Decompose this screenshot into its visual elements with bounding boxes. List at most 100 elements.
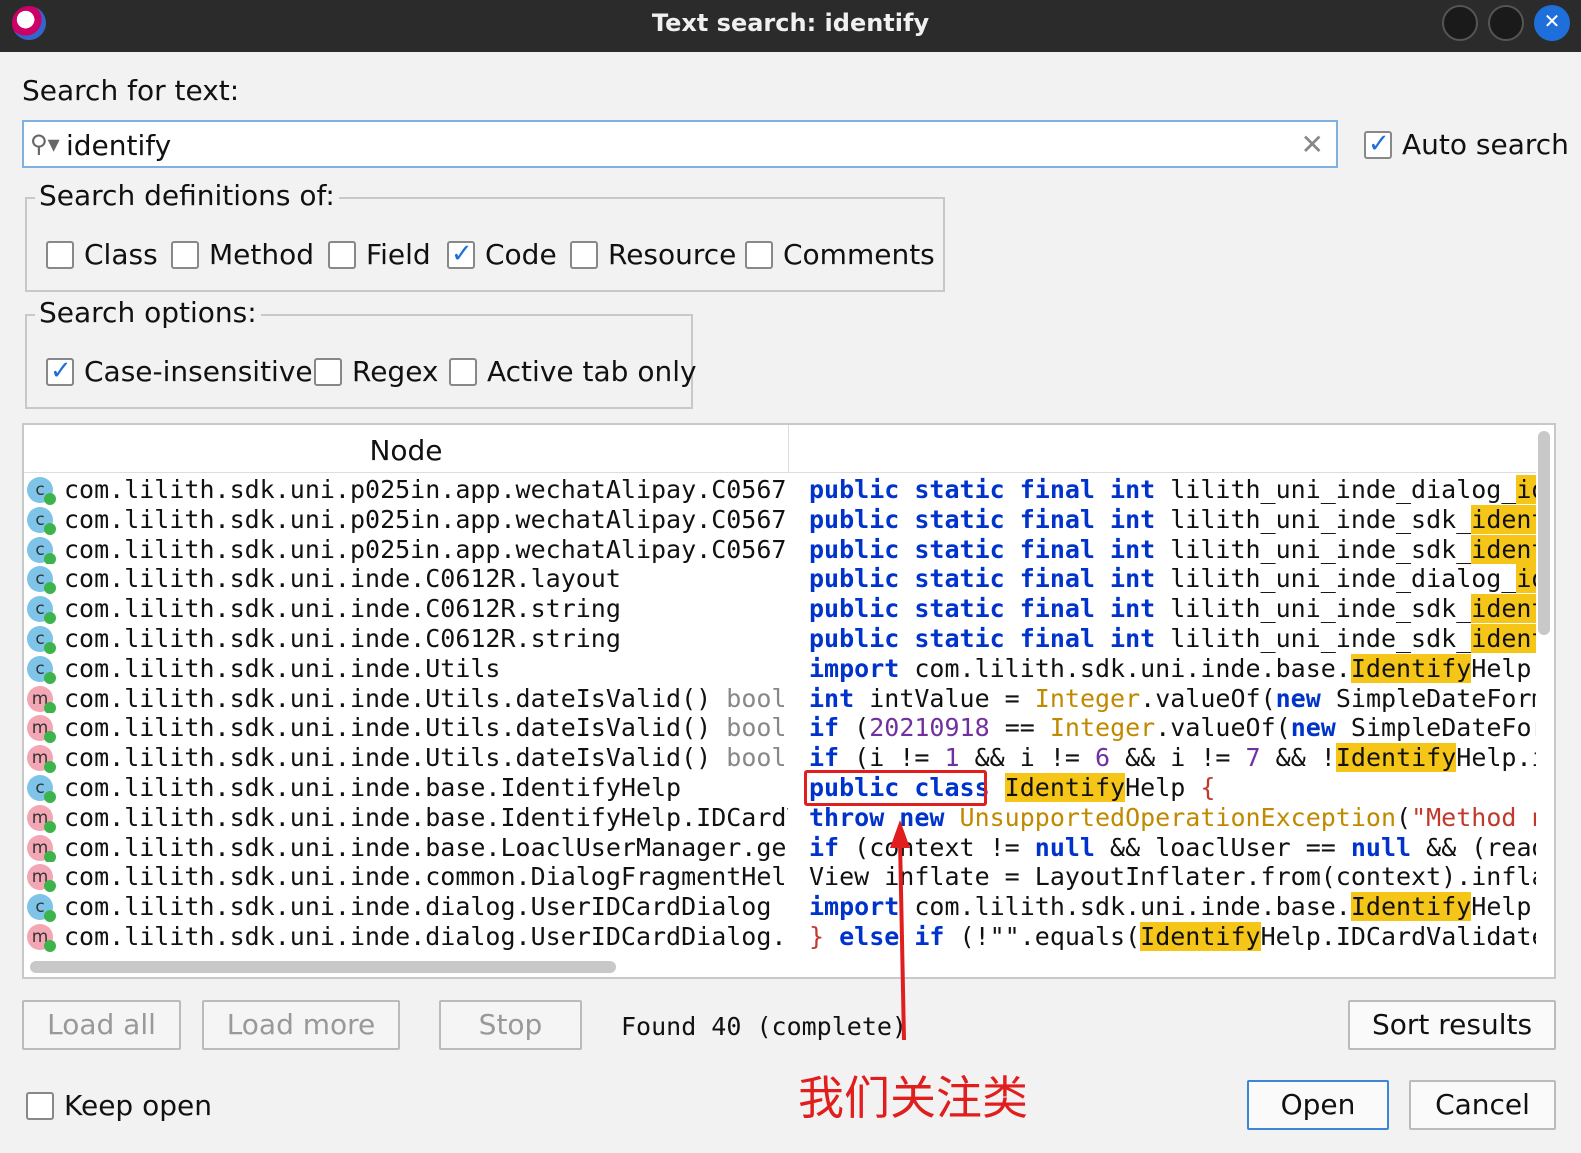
- clear-search-icon[interactable]: ✕: [1301, 128, 1324, 161]
- row-node-path: com.lilith.sdk.uni.inde.Utils.dateIsVali…: [64, 743, 788, 773]
- code-token: public static final int: [809, 594, 1171, 624]
- row-node-path: com.lilith.sdk.uni.inde.C0612R.string: [64, 594, 788, 624]
- method-checkbox[interactable]: Method: [171, 238, 314, 271]
- table-row[interactable]: c com.lilith.sdk.uni.inde.Utils import com…: [24, 653, 1536, 684]
- search-input[interactable]: [66, 126, 1286, 164]
- table-row[interactable]: c com.lilith.sdk.uni.p025in.app.wechatAli…: [24, 504, 1536, 535]
- comments-checkbox[interactable]: Comments: [745, 238, 935, 271]
- node-text: com.lilith.sdk.uni.inde.C0612R.layout: [64, 564, 621, 594]
- method-icon: m: [27, 685, 56, 714]
- table-row[interactable]: c com.lilith.sdk.uni.inde.dialog.UserIDCa…: [24, 892, 1536, 922]
- open-button[interactable]: Open: [1247, 1080, 1389, 1130]
- regex-label: Regex: [352, 355, 439, 388]
- node-text: com.lilith.sdk.uni.inde.base.IdentifyHel…: [64, 772, 682, 802]
- row-node-path: com.lilith.sdk.uni.inde.Utils.dateIsVali…: [64, 713, 788, 743]
- table-row[interactable]: c com.lilith.sdk.uni.p025in.app.wechatAli…: [24, 534, 1536, 565]
- table-row[interactable]: c com.lilith.sdk.uni.inde.C0612R.string pu…: [24, 623, 1536, 654]
- class-check-box[interactable]: [46, 240, 74, 269]
- node-text: com.lilith.sdk.uni.inde.C0612R.string: [64, 623, 621, 653]
- table-row[interactable]: c com.lilith.sdk.uni.inde.C0612R.string pu…: [24, 594, 1536, 624]
- table-row[interactable]: m com.lilith.sdk.uni.inde.base.LoaclUserM…: [24, 833, 1536, 863]
- table-row[interactable]: c com.lilith.sdk.uni.inde.C0612R.layout pu…: [24, 564, 1536, 595]
- sort-results-button[interactable]: Sort results: [1348, 1000, 1556, 1050]
- comments-check-box[interactable]: [745, 240, 773, 269]
- keep-open-checkbox[interactable]: Keep open: [26, 1089, 212, 1122]
- keep-open-label: Keep open: [64, 1089, 212, 1122]
- load-all-button[interactable]: Load all: [22, 1000, 181, 1050]
- case-insensitive-checkbox[interactable]: Case-insensitive: [46, 355, 313, 388]
- class-checkbox[interactable]: Class: [46, 238, 158, 271]
- vertical-scrollbar[interactable]: [1538, 431, 1550, 635]
- class-icon: c: [27, 655, 56, 684]
- table-row[interactable]: m com.lilith.sdk.uni.inde.Utils.dateIsVal…: [24, 684, 1536, 714]
- row-code-snippet: import com.lilith.sdk.uni.inde.base.Iden…: [809, 653, 1536, 684]
- field-label: Field: [366, 238, 431, 271]
- title-bar: Text search: identify: [0, 0, 1581, 52]
- code-checkbox[interactable]: Code: [447, 238, 557, 271]
- table-row[interactable]: c com.lilith.sdk.uni.inde.base.IdentifyHe…: [24, 772, 1536, 803]
- code-token: Identify: [1004, 772, 1126, 802]
- cancel-button[interactable]: Cancel: [1409, 1080, 1556, 1130]
- code-token: && !: [1260, 743, 1336, 773]
- code-token: Help.IDCardValidate(get: [1260, 921, 1536, 951]
- table-row[interactable]: m com.lilith.sdk.uni.inde.dialog.UserIDCa…: [24, 921, 1536, 952]
- field-checkbox[interactable]: Field: [328, 238, 431, 271]
- keep-open-check-box[interactable]: [26, 1091, 54, 1120]
- code-token: SimpleDateFormat: [1350, 713, 1536, 743]
- code-token: identi: [1516, 564, 1536, 594]
- search-field-container[interactable]: ⚲▾ ✕: [22, 120, 1338, 168]
- code-token: && i !=: [959, 743, 1095, 773]
- table-row[interactable]: c com.lilith.sdk.uni.p025in.app.wechatAli…: [24, 475, 1536, 505]
- minimize-button[interactable]: [1442, 5, 1478, 41]
- horizontal-scrollbar[interactable]: [30, 961, 616, 973]
- table-row[interactable]: m com.lilith.sdk.uni.inde.base.IdentifyHe…: [24, 803, 1536, 833]
- code-token: Integer: [1034, 683, 1141, 713]
- code-token: lilith_uni_inde_sdk_: [1170, 623, 1472, 653]
- row-node-path: com.lilith.sdk.uni.inde.Utils.dateIsVali…: [64, 684, 788, 714]
- close-window-button[interactable]: [1534, 5, 1570, 41]
- code-check-box[interactable]: [447, 239, 475, 269]
- code-label: Code: [485, 238, 557, 271]
- active-tab-only-check-box[interactable]: [449, 357, 477, 386]
- code-token: lilith_uni_inde_dialog_: [1170, 475, 1517, 504]
- method-check-box[interactable]: [171, 240, 199, 269]
- code-token: if: [809, 713, 855, 743]
- case-insensitive-label: Case-insensitive: [84, 355, 313, 388]
- regex-checkbox[interactable]: Regex: [314, 355, 439, 388]
- maximize-button[interactable]: [1488, 5, 1524, 41]
- annotation-text: 我们关注类: [798, 1071, 1028, 1125]
- code-token: SimpleDateFormat(: [1335, 683, 1536, 713]
- table-row[interactable]: m com.lilith.sdk.uni.inde.common.DialogFr…: [24, 862, 1536, 893]
- resource-check-box[interactable]: [570, 240, 598, 269]
- table-row[interactable]: m com.lilith.sdk.uni.inde.Utils.dateIsVal…: [24, 743, 1536, 773]
- code-token: Help: [1125, 772, 1201, 802]
- stop-button[interactable]: Stop: [439, 1000, 582, 1050]
- method-icon: m: [27, 834, 56, 863]
- auto-search-checkbox[interactable]: Auto search: [1364, 128, 1569, 161]
- search-icon[interactable]: ⚲▾: [30, 130, 64, 160]
- node-text: com.lilith.sdk.uni.inde.common.DialogFra…: [64, 862, 788, 892]
- results-table[interactable]: Node c com.lilith.sdk.uni.p025in.app.wech…: [22, 423, 1556, 979]
- row-node-path: com.lilith.sdk.uni.p025in.app.wechatAlip…: [64, 475, 788, 505]
- node-text: com.lilith.sdk.uni.p025in.app.wechatAlip…: [64, 475, 788, 504]
- row-code-snippet: if (i != 1 && i != 6 && i != 7 && !Ident…: [809, 743, 1536, 773]
- field-check-box[interactable]: [328, 240, 356, 269]
- code-token: public static final int: [809, 564, 1171, 594]
- method-icon: m: [27, 804, 56, 833]
- load-more-button[interactable]: Load more: [202, 1000, 400, 1050]
- code-token: (: [1396, 802, 1412, 832]
- row-node-path: com.lilith.sdk.uni.inde.C0612R.layout: [64, 564, 788, 594]
- case-insensitive-check-box[interactable]: [46, 356, 74, 386]
- regex-check-box[interactable]: [314, 357, 342, 386]
- row-code-snippet: int intValue = Integer.valueOf(new Simpl…: [809, 684, 1536, 714]
- code-token: null: [1034, 832, 1095, 862]
- row-node-path: com.lilith.sdk.uni.p025in.app.wechatAlip…: [64, 535, 788, 565]
- node-text: com.lilith.sdk.uni.inde.base.LoaclUserMa…: [64, 832, 788, 862]
- row-code-snippet: public static final int lilith_uni_inde_…: [809, 534, 1536, 565]
- auto-search-check-box[interactable]: [1364, 129, 1392, 159]
- active-tab-only-checkbox[interactable]: Active tab only: [449, 355, 697, 388]
- row-code-snippet: public static final int lilith_uni_inde_…: [809, 564, 1536, 594]
- column-header-node[interactable]: Node: [24, 425, 789, 473]
- resource-checkbox[interactable]: Resource: [570, 238, 736, 271]
- table-row[interactable]: m com.lilith.sdk.uni.inde.Utils.dateIsVal…: [24, 713, 1536, 744]
